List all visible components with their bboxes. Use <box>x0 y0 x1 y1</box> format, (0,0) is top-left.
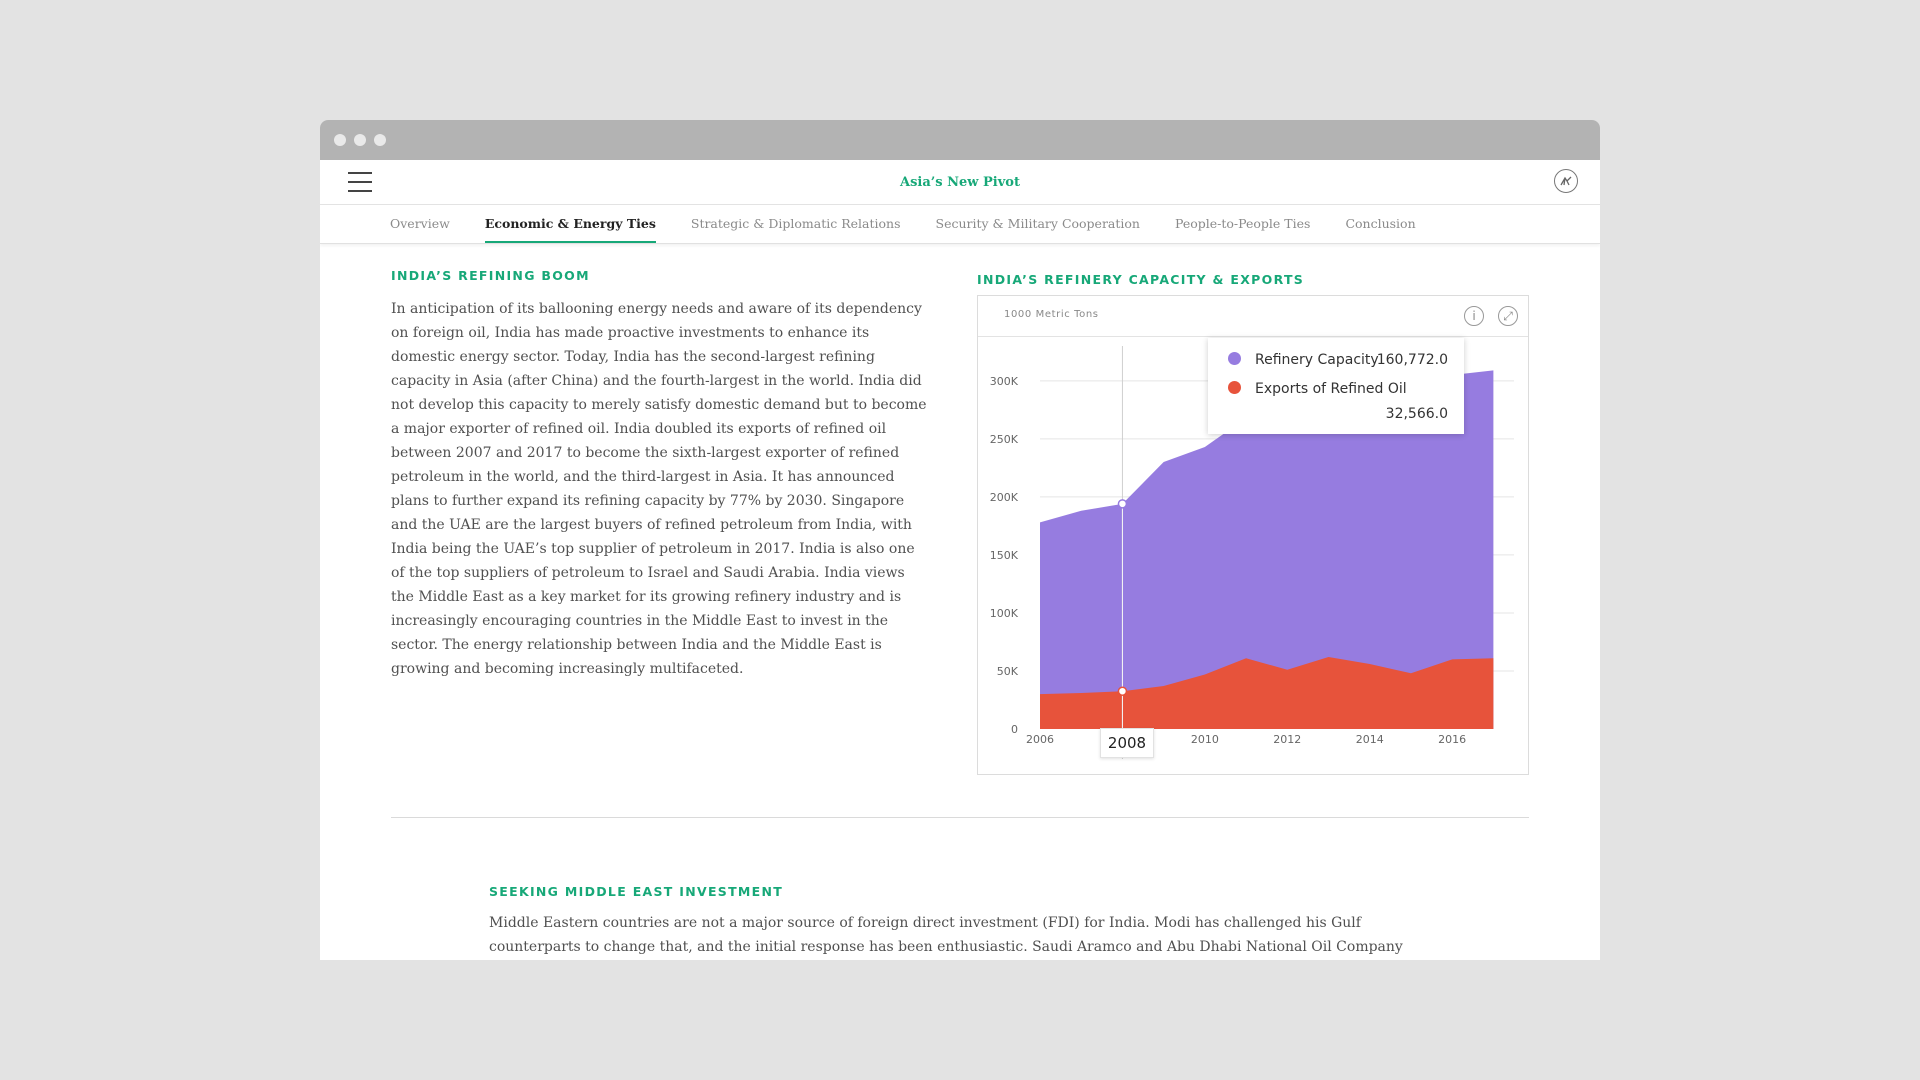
x-tick-label: 2014 <box>1356 733 1384 746</box>
tooltip-row-exports: Exports of Refined Oil <box>1228 381 1407 397</box>
site-header: Asia’s New Pivot <box>320 160 1600 205</box>
tooltip-row-capacity: Refinery Capacity <box>1228 352 1379 368</box>
chart-header: 1000 Metric Tons i ⤢ <box>978 296 1528 337</box>
y-tick-label: 150K <box>990 549 1019 562</box>
y-tick-label: 0 <box>1011 723 1018 736</box>
middle-east-investment-section: SEEKING MIDDLE EAST INVESTMENT Middle Ea… <box>489 884 1409 960</box>
chart-units-label: 1000 Metric Tons <box>1004 309 1099 320</box>
x-tick-label: 2010 <box>1191 733 1219 746</box>
logo-icon[interactable] <box>1554 169 1578 193</box>
section-heading: INDIA’S REFINING BOOM <box>391 268 590 283</box>
window-titlebar <box>320 120 1600 160</box>
info-icon[interactable]: i <box>1464 306 1484 326</box>
exports-hover-point <box>1117 686 1128 696</box>
x-tick-label: 2006 <box>1026 733 1054 746</box>
capacity-hover-point <box>1117 499 1128 509</box>
tab-security-military-cooperation[interactable]: Security & Military Cooperation <box>936 205 1140 243</box>
refining-boom-section: INDIA’S REFINING BOOM In anticipation of… <box>391 268 931 681</box>
hamburger-menu-icon[interactable] <box>348 172 372 192</box>
exports-legend-dot <box>1228 381 1241 394</box>
tooltip-capacity-label: Refinery Capacity <box>1255 352 1379 368</box>
tab-people-to-people-ties[interactable]: People-to-People Ties <box>1175 205 1310 243</box>
section-heading-2: SEEKING MIDDLE EAST INVESTMENT <box>489 884 784 899</box>
section-tabs: Overview Economic & Energy Ties Strategi… <box>320 205 1600 244</box>
window-close-dot[interactable] <box>334 134 346 146</box>
window-minimize-dot[interactable] <box>354 134 366 146</box>
section-divider <box>391 817 1529 818</box>
y-tick-label: 300K <box>990 375 1019 388</box>
tooltip-exports-value: 32,566.0 <box>1385 406 1448 422</box>
y-tick-label: 250K <box>990 433 1019 446</box>
x-tick-label: 2016 <box>1438 733 1466 746</box>
hover-year-label: 2008 <box>1100 728 1154 758</box>
tooltip-capacity-value: 160,772.0 <box>1376 352 1448 368</box>
chart-container: 1000 Metric Tons i ⤢ 0 50K 100K 150K 200K 250… <box>977 295 1529 775</box>
chart-section: INDIA’S REFINERY CAPACITY & EXPORTS 1000… <box>977 272 1529 775</box>
y-tick-label: 50K <box>997 665 1019 678</box>
tab-overview[interactable]: Overview <box>390 205 450 243</box>
tab-conclusion[interactable]: Conclusion <box>1345 205 1415 243</box>
capacity-legend-dot <box>1228 352 1241 365</box>
y-tick-label: 100K <box>990 607 1019 620</box>
tab-strategic-diplomatic-relations[interactable]: Strategic & Diplomatic Relations <box>691 205 901 243</box>
chart-tooltip: Refinery Capacity 160,772.0 Exports of R… <box>1208 338 1464 434</box>
tooltip-exports-label: Exports of Refined Oil <box>1255 381 1407 397</box>
tab-economic-energy-ties[interactable]: Economic & Energy Ties <box>484 205 656 243</box>
section-body-2: Middle Eastern countries are not a major… <box>489 911 1409 960</box>
chart-heading: INDIA’S REFINERY CAPACITY & EXPORTS <box>977 272 1305 287</box>
section-body-2-text: Middle Eastern countries are not a major… <box>489 915 1403 955</box>
site-title[interactable]: Asia’s New Pivot <box>900 175 1020 190</box>
section-body: In anticipation of its ballooning energy… <box>391 301 927 677</box>
expand-icon[interactable]: ⤢ <box>1498 306 1518 326</box>
window-maximize-dot[interactable] <box>374 134 386 146</box>
browser-window: Asia’s New Pivot Overview Economic & Ene… <box>320 120 1600 960</box>
y-tick-label: 200K <box>990 491 1019 504</box>
x-tick-label: 2012 <box>1273 733 1301 746</box>
